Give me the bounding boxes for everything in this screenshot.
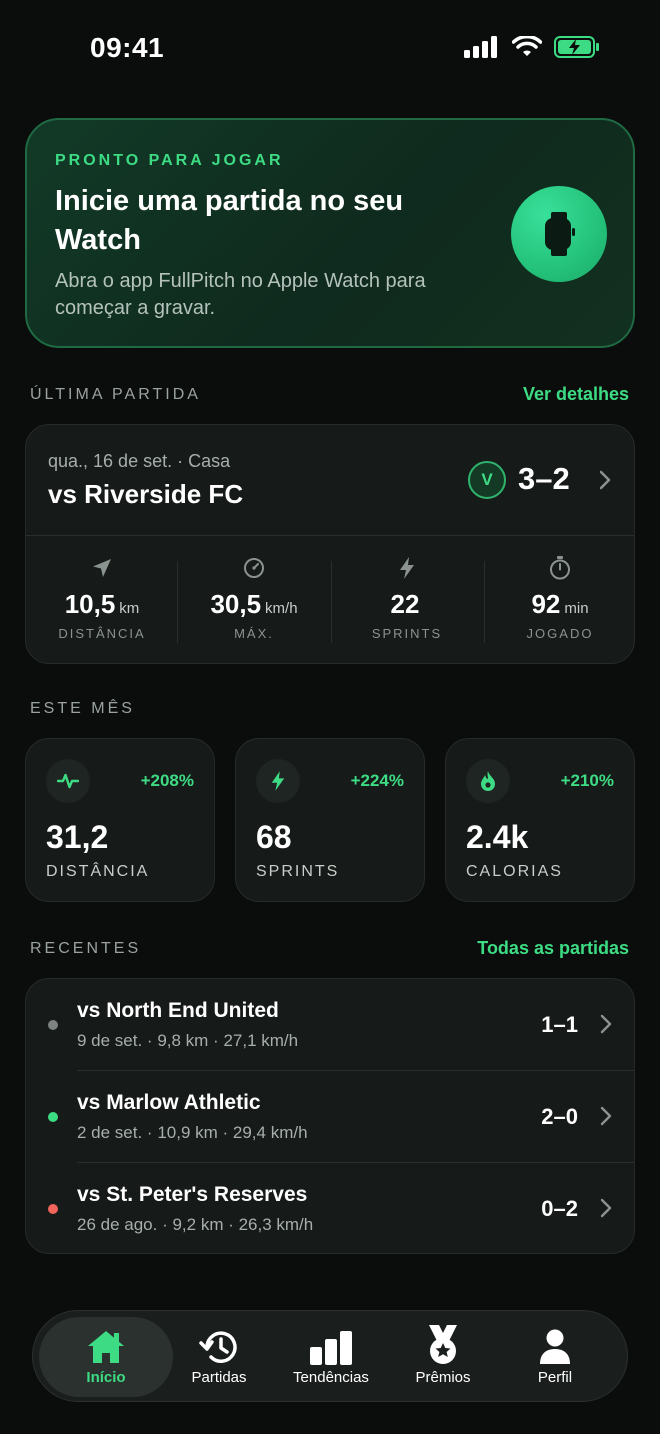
stat-label: DISTÂNCIA	[58, 626, 146, 641]
recent-match-meta: 26 de ago. · 9,2 km · 26,3 km/h	[77, 1215, 314, 1234]
tab-bar: Início Partidas Tendências Prêmios Perfi…	[32, 1310, 628, 1402]
chevron-right-icon	[600, 1106, 612, 1126]
tab-matches[interactable]: Partidas	[163, 1317, 275, 1397]
bolt-icon	[400, 557, 414, 579]
this-month-section-title: ESTE MÊS	[30, 700, 135, 717]
stat-value: 30,5	[210, 589, 262, 619]
bolt-icon	[271, 771, 285, 791]
last-match-section-title: ÚLTIMA PARTIDA	[30, 386, 201, 403]
tab-profile[interactable]: Perfil	[499, 1317, 611, 1397]
hero-kicker: PRONTO PARA JOGAR	[55, 152, 284, 169]
recent-match-score: 1–1	[541, 1012, 578, 1037]
stat-value: 92	[531, 589, 561, 619]
stat-label: JOGADO	[526, 626, 594, 641]
flame-icon	[481, 771, 495, 791]
hero-title: Inicie uma partida no seu Watch	[55, 185, 404, 256]
tab-awards[interactable]: Prêmios	[387, 1317, 499, 1397]
delta-badge: +224%	[350, 771, 404, 790]
recent-match-row[interactable]: vs St. Peter's Reserves 26 de ago. · 9,2…	[26, 1163, 634, 1255]
status-bar: 09:41	[0, 0, 660, 96]
result-dot	[48, 1020, 58, 1030]
stat-value: 10,5	[64, 589, 116, 619]
watch-icon	[545, 212, 575, 256]
medal-icon	[429, 1325, 457, 1364]
stat-unit: min	[564, 600, 589, 617]
hero-subtitle: Abra o app FullPitch no Apple Watch para…	[55, 270, 426, 319]
view-details-link[interactable]: Ver detalhes	[523, 384, 629, 405]
month-stat-label: SPRINTS	[256, 863, 340, 880]
month-stat-sprints[interactable]: +224% 68 SPRINTS	[235, 738, 425, 902]
icon-circle	[46, 759, 90, 803]
last-match-score: 3–2	[518, 461, 570, 496]
tab-trends[interactable]: Tendências	[275, 1317, 387, 1397]
status-time: 09:41	[90, 32, 165, 63]
month-stat-value: 68	[256, 819, 292, 855]
last-match-card[interactable]: qua., 16 de set. · Casa vs Riverside FC …	[25, 424, 635, 664]
month-stat-label: CALORIAS	[466, 863, 563, 880]
stat-unit: km	[119, 600, 140, 617]
tab-label: Prêmios	[415, 1369, 471, 1386]
recent-match-meta: 9 de set. · 9,8 km · 27,1 km/h	[77, 1031, 299, 1050]
recent-match-row[interactable]: vs Marlow Athletic 2 de set. · 10,9 km ·…	[26, 1071, 634, 1163]
tab-label: Tendências	[293, 1369, 369, 1386]
recent-match-opponent: vs St. Peter's Reserves	[77, 1183, 308, 1206]
divider	[26, 535, 634, 536]
location-arrow-icon	[93, 559, 111, 577]
speedometer-icon	[244, 558, 264, 578]
start-match-card[interactable]: PRONTO PARA JOGAR Inicie uma partida no …	[25, 118, 635, 348]
stat-label: MÁX.	[234, 626, 274, 641]
win-badge: V	[468, 461, 506, 499]
recent-matches-list: vs North End United 9 de set. · 9,8 km ·…	[25, 978, 635, 1254]
recent-match-opponent: vs North End United	[77, 999, 279, 1022]
month-stat-distance[interactable]: +208% 31,2 DISTÂNCIA	[25, 738, 215, 902]
bar-chart-icon	[310, 1331, 352, 1365]
chevron-right-icon	[600, 1014, 612, 1034]
stat-top-speed: 30,5 km/h MÁX.	[178, 555, 330, 641]
history-icon	[199, 1331, 237, 1363]
stopwatch-icon	[550, 556, 570, 580]
person-icon	[540, 1329, 570, 1364]
recent-match-meta: 2 de set. · 10,9 km · 29,4 km/h	[77, 1123, 308, 1142]
last-match-date: qua., 16 de set. · Casa	[48, 451, 231, 471]
status-icons	[464, 36, 600, 58]
stat-played: 92 min JOGADO	[484, 555, 636, 641]
month-stat-value: 31,2	[46, 819, 109, 855]
icon-circle	[466, 759, 510, 803]
month-stat-label: DISTÂNCIA	[46, 863, 150, 880]
wifi-icon	[512, 36, 542, 56]
recent-match-opponent: vs Marlow Athletic	[77, 1091, 261, 1114]
stat-value: 22	[390, 589, 420, 619]
result-dot	[48, 1112, 58, 1122]
stat-unit: km/h	[265, 600, 298, 617]
chevron-right-icon	[600, 1198, 612, 1218]
recent-match-score: 2–0	[541, 1104, 578, 1129]
month-stat-calories[interactable]: +210% 2.4k CALORIAS	[445, 738, 635, 902]
delta-badge: +208%	[140, 771, 194, 790]
heartbeat-icon	[57, 773, 79, 789]
stat-label: SPRINTS	[371, 626, 443, 641]
delta-badge: +210%	[560, 771, 614, 790]
cellular-signal-icon	[464, 36, 497, 58]
month-stat-value: 2.4k	[466, 819, 529, 855]
last-match-opponent: vs Riverside FC	[48, 479, 244, 509]
home-icon	[88, 1331, 124, 1363]
recent-match-row[interactable]: vs North End United 9 de set. · 9,8 km ·…	[26, 979, 634, 1071]
recent-section-title: RECENTES	[30, 940, 142, 957]
all-matches-link[interactable]: Todas as partidas	[477, 938, 629, 959]
recent-match-score: 0–2	[541, 1196, 578, 1221]
chevron-right-icon	[599, 470, 611, 490]
stat-distance: 10,5 km DISTÂNCIA	[26, 555, 178, 641]
tab-label: Perfil	[537, 1369, 573, 1386]
tab-home[interactable]: Início	[39, 1317, 173, 1397]
tab-label: Partidas	[191, 1369, 247, 1386]
watch-button[interactable]	[511, 186, 607, 282]
stat-sprints: 22 SPRINTS	[331, 555, 483, 641]
icon-circle	[256, 759, 300, 803]
tab-label: Início	[86, 1369, 126, 1386]
result-dot	[48, 1204, 58, 1214]
battery-charging-icon	[554, 36, 599, 58]
